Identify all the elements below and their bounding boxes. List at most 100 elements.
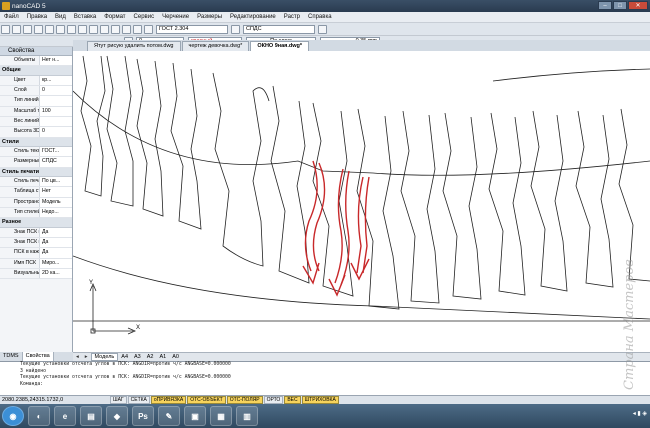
property-row[interactable]: Таблица ст...Нет [0, 187, 72, 198]
text-style-icon[interactable] [231, 24, 240, 34]
first-layout-icon[interactable]: ◂ [73, 354, 82, 360]
copy-icon[interactable] [56, 24, 65, 34]
property-row[interactable]: Слой 0 [0, 86, 72, 97]
menu-modify[interactable]: Редактирование [226, 14, 280, 20]
zoom-icon[interactable] [111, 24, 120, 34]
menu-dimension[interactable]: Размеры [193, 14, 226, 20]
photoshop-icon[interactable]: Ps [132, 406, 154, 426]
property-row[interactable]: Визуальны...2D ка... [0, 269, 72, 280]
property-value[interactable]: 2D ка... [39, 269, 72, 279]
property-value[interactable]: 100 [39, 106, 72, 116]
property-value[interactable]: Недо... [39, 208, 72, 218]
menu-view[interactable]: Вид [51, 14, 70, 20]
property-value[interactable]: По цв... [39, 177, 72, 187]
menu-draw[interactable]: Черчение [158, 14, 193, 20]
property-value[interactable]: ГОСТ... [39, 147, 72, 157]
property-row[interactable]: Тип линий [0, 96, 72, 107]
save-icon[interactable] [23, 24, 32, 34]
property-row[interactable]: Высота 3D 0 [0, 127, 72, 138]
menu-edit[interactable]: Правка [23, 14, 51, 20]
pan-icon[interactable] [100, 24, 109, 34]
maximize-button[interactable]: □ [613, 1, 627, 10]
section-header[interactable]: Стили [0, 137, 72, 148]
status-toggle-button[interactable]: ОТС-ОБЪЕКТ [187, 396, 226, 404]
explorer-icon[interactable]: e [54, 406, 76, 426]
property-row[interactable]: Стиль текстаГОСТ... [0, 147, 72, 158]
drawing-canvas[interactable]: Y X [73, 51, 650, 352]
doc-tab-2[interactable]: чертеж девочка.dwg* [181, 41, 250, 51]
chrome-icon[interactable]: ◐ [28, 406, 50, 426]
properties-icon[interactable] [133, 24, 142, 34]
property-value[interactable]: СПДС [39, 157, 72, 167]
status-toggle-button[interactable]: ШТРИХОВКА [301, 396, 339, 404]
new-file-icon[interactable] [1, 24, 10, 34]
property-value[interactable]: Модель [39, 197, 72, 208]
objects-row[interactable]: Объекты Нет н... [0, 56, 72, 67]
property-value[interactable]: 0 [39, 127, 72, 137]
next-layout-icon[interactable]: ▸ [82, 354, 91, 360]
dim-style-icon[interactable] [318, 24, 327, 34]
status-toggle-button[interactable]: оПРИВЯЗКА [150, 396, 187, 404]
status-toggle-button[interactable]: ШАГ [110, 396, 127, 404]
property-value[interactable] [39, 116, 72, 127]
open-file-icon[interactable] [12, 24, 21, 34]
property-row[interactable]: Размерный...СПДС [0, 157, 72, 168]
tab-tdms[interactable]: TDMS [0, 352, 23, 361]
menu-format[interactable]: Формат [100, 14, 129, 20]
folder-icon[interactable]: ▤ [80, 406, 102, 426]
match-properties-icon[interactable] [144, 24, 153, 34]
property-row[interactable]: Стиль печатиПо цв... [0, 177, 72, 188]
layout-tab-a4[interactable]: A4 [118, 354, 131, 360]
dim-style-combo[interactable]: СПДС [243, 24, 315, 34]
section-header[interactable]: Стиль печати [0, 167, 72, 178]
property-row[interactable]: Тип стилей...Недо... [0, 208, 72, 219]
text-style-combo[interactable]: ГОСТ 2.304 [156, 24, 228, 34]
app-icon[interactable]: ▥ [236, 406, 258, 426]
status-toggle-button[interactable]: ОРТО [263, 396, 284, 404]
paste-icon[interactable] [67, 24, 76, 34]
property-value[interactable]: Миро... [39, 258, 72, 269]
layout-tab-a2[interactable]: A2 [144, 354, 157, 360]
print-icon[interactable] [34, 24, 43, 34]
property-value[interactable]: кр... [39, 75, 72, 86]
nanocad-icon[interactable]: ◆ [106, 406, 128, 426]
menu-raster[interactable]: Растр [280, 14, 304, 20]
status-toggle-button[interactable]: СЕТКА [127, 396, 150, 404]
property-row[interactable]: Пространс...Модель [0, 197, 72, 209]
property-row[interactable]: Знак ПСК в...Да [0, 227, 72, 239]
property-value[interactable] [39, 96, 72, 106]
status-toggle-button[interactable]: ВЕС [284, 396, 301, 404]
property-row[interactable]: ПСК в каж...Да [0, 248, 72, 259]
menu-tools[interactable]: Сервис [130, 14, 159, 20]
property-value[interactable]: Да [39, 248, 72, 258]
property-value[interactable]: Нет [39, 187, 72, 197]
layout-tab-a1[interactable]: A1 [156, 354, 169, 360]
app-icon[interactable]: ▦ [210, 406, 232, 426]
layout-tab-model[interactable]: Модель [90, 353, 119, 361]
status-toggle-button[interactable]: ОТС-ПОЛЯР [226, 396, 263, 404]
menu-help[interactable]: Справка [304, 14, 336, 20]
property-row[interactable]: Имя ПСК Миро... [0, 258, 72, 270]
property-row[interactable]: Цвет кр... [0, 75, 72, 87]
property-value[interactable]: 0 [39, 86, 72, 96]
layout-tab-a0[interactable]: A0 [169, 354, 182, 360]
command-prompt[interactable]: Команда: [20, 382, 650, 389]
minimize-button[interactable]: – [598, 1, 612, 10]
paint-icon[interactable]: ✎ [158, 406, 180, 426]
cut-icon[interactable] [45, 24, 54, 34]
layout-tab-a3[interactable]: A3 [131, 354, 144, 360]
app-icon[interactable]: ▣ [184, 406, 206, 426]
menu-insert[interactable]: Вставка [70, 14, 100, 20]
property-value[interactable]: Да [39, 238, 72, 248]
doc-tab-1[interactable]: Ятут рисую удалить потом.dwg [87, 41, 181, 51]
property-value[interactable]: Да [39, 227, 72, 238]
command-line[interactable]: Текущие установки отсчета углов в ПСК: A… [0, 361, 650, 395]
section-header[interactable]: Разное [0, 218, 72, 228]
property-row[interactable]: Вес линий [0, 116, 72, 128]
start-icon[interactable]: ◉ [2, 406, 24, 426]
property-row[interactable]: Масштаб ти...100 [0, 106, 72, 117]
doc-tab-3[interactable]: ОКНО 9ная.dwg* [250, 41, 310, 51]
undo-icon[interactable] [78, 24, 87, 34]
redo-icon[interactable] [89, 24, 98, 34]
section-header[interactable]: Общие [0, 66, 72, 76]
